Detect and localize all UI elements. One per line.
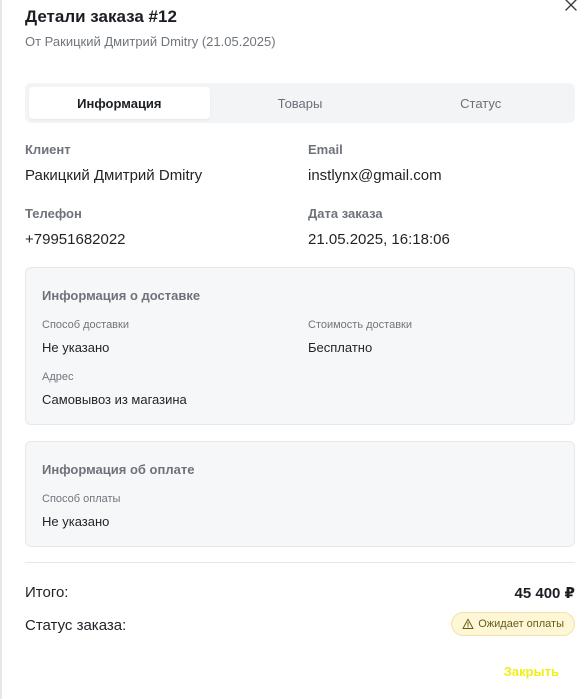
tab-bar: Информация Товары Статус — [25, 83, 575, 123]
phone-label: Телефон — [25, 206, 82, 221]
total-label: Итого: — [25, 584, 69, 601]
delivery-address-value: Самовывоз из магазина — [42, 392, 187, 407]
payment-method-label: Способ оплаты — [42, 493, 121, 505]
close-button[interactable]: Закрыть — [504, 664, 559, 679]
status-badge: Ожидает оплаты — [451, 612, 575, 636]
delivery-method-value: Не указано — [42, 340, 110, 355]
email-label: Email — [308, 142, 343, 157]
tab-info[interactable]: Информация — [29, 87, 210, 119]
delivery-method-label: Способ доставки — [42, 319, 129, 331]
status-badge-text: Ожидает оплаты — [478, 618, 564, 630]
delivery-title: Информация о доставке — [42, 288, 201, 303]
delivery-card: Информация о доставке Способ доставки Не… — [25, 267, 575, 425]
tab-status[interactable]: Статус — [390, 87, 571, 119]
phone-value: +79951682022 — [25, 231, 126, 248]
delivery-address-label: Адрес — [42, 371, 74, 383]
order-date-value: 21.05.2025, 16:18:06 — [308, 231, 450, 248]
order-date-label: Дата заказа — [308, 206, 383, 221]
order-status-label: Статус заказа: — [25, 617, 127, 634]
delivery-cost-label: Стоимость доставки — [308, 319, 412, 331]
delivery-cost-value: Бесплатно — [308, 340, 373, 355]
close-icon[interactable] — [564, 0, 578, 12]
payment-method-value: Не указано — [42, 514, 110, 529]
tab-products[interactable]: Товары — [210, 87, 391, 119]
email-value: instlynx@gmail.com — [308, 167, 442, 184]
warning-icon — [462, 618, 474, 630]
payment-title: Информация об оплате — [42, 462, 195, 477]
dialog-subtitle: От Ракицкий Дмитрий Dmitry (21.05.2025) — [25, 34, 276, 49]
summary-divider — [25, 562, 575, 563]
dialog-title: Детали заказа #12 — [25, 7, 177, 26]
payment-card: Информация об оплате Способ оплаты Не ук… — [25, 441, 575, 547]
client-label: Клиент — [25, 142, 71, 157]
client-value: Ракицкий Дмитрий Dmitry — [25, 167, 203, 184]
dialog-left-border — [0, 0, 2, 699]
total-value: 45 400 ₽ — [514, 585, 575, 602]
